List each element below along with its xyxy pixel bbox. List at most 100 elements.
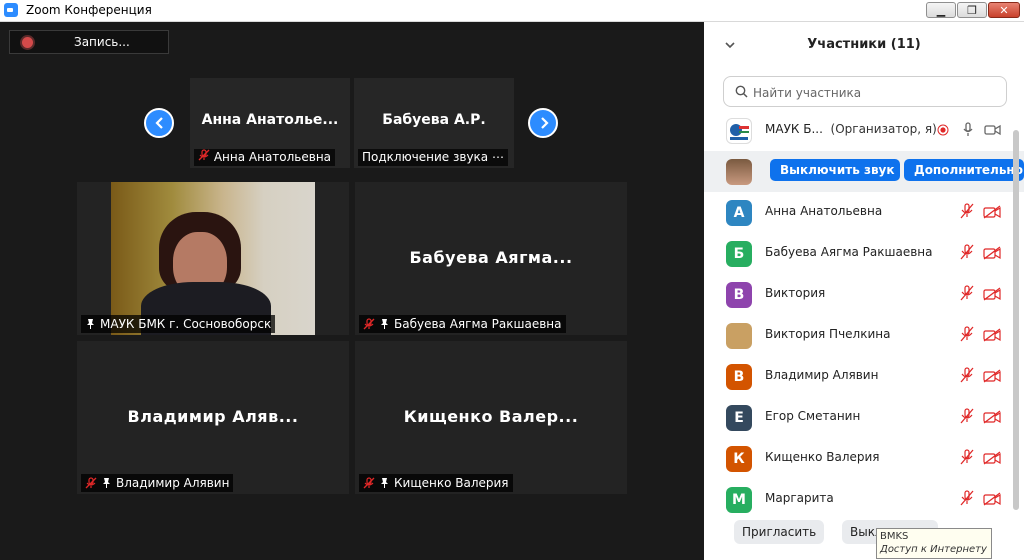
camera-off-icon[interactable] [983, 368, 1001, 387]
tile-caption-text: Кищенко Валерия [394, 476, 509, 490]
prev-page-button[interactable] [144, 108, 174, 138]
camera-off-icon[interactable] [983, 245, 1001, 264]
search-input[interactable] [751, 82, 995, 103]
participant-name: Маргарита [765, 491, 834, 505]
participant-avatar [726, 323, 752, 349]
camera-off-icon[interactable] [983, 327, 1001, 346]
participant-avatar: М [726, 487, 752, 513]
mic-muted-icon[interactable] [959, 367, 975, 387]
participant-row[interactable]: А Анна Анатольевна [704, 192, 1024, 233]
thumbnail-video[interactable]: Анна Анатолье... Анна Анатольевна [190, 78, 350, 168]
participant-name: Егор Сметанин [765, 409, 861, 423]
camera-off-icon[interactable] [983, 409, 1001, 428]
recording-icon [937, 124, 949, 136]
pin-icon [381, 319, 388, 329]
video-tile[interactable]: Бабуева Аягма... Бабуева Аягма Ракшаевна [355, 182, 627, 335]
participant-name: Анна Анатольевна [765, 204, 883, 218]
camera-off-icon[interactable] [983, 286, 1001, 305]
participant-row[interactable]: М Маргарита [704, 479, 1024, 520]
thumbnail-name: Анна Анатолье... [201, 112, 339, 128]
minimize-button[interactable]: ▁ [926, 2, 956, 18]
invite-button[interactable]: Пригласить [734, 520, 825, 544]
mic-muted-icon [85, 477, 97, 489]
participant-name: Бабуева Аягма Ракшаевна [765, 245, 933, 259]
mic-muted-icon[interactable] [959, 449, 975, 469]
mic-muted-icon [198, 149, 210, 161]
tile-caption: Бабуева Аягма Ракшаевна [359, 315, 566, 333]
title-bar: Zoom Конференция ▁ ❐ ✕ [0, 0, 1024, 22]
tile-caption: Кищенко Валерия [359, 474, 513, 492]
thumbnail-caption: Анна Анатольевна [194, 149, 336, 166]
mic-muted-icon[interactable] [959, 285, 975, 305]
participant-name: Владимир Алявин [765, 368, 879, 382]
pin-icon [381, 478, 388, 488]
pin-icon [103, 478, 110, 488]
restore-button[interactable]: ❐ [957, 2, 987, 18]
host-name: МАУК Б... (Организатор, я) [765, 122, 937, 136]
participant-avatar: В [726, 282, 752, 308]
participant-name: Виктория Пчелкина [765, 327, 891, 341]
participant-row[interactable]: В Виктория [704, 274, 1024, 315]
next-page-button[interactable] [528, 108, 558, 138]
mic-icon[interactable] [962, 122, 974, 138]
tooltip-subtitle: Доступ к Интернету [880, 544, 987, 555]
thumbnail-video[interactable]: Бабуева А.Р. Подключение звука ⋯ [354, 78, 514, 168]
participant-photo-avatar [726, 159, 752, 185]
tile-caption-text: Бабуева Аягма Ракшаевна [394, 317, 562, 331]
participant-avatar: В [726, 364, 752, 390]
network-tooltip: BMKS Доступ к Интернету [876, 528, 992, 559]
tile-name: Кищенко Валер... [403, 407, 579, 426]
host-name-text: МАУК Б... [765, 122, 823, 136]
participant-row-selected[interactable]: Выключить звук Дополнительно [704, 151, 1024, 192]
participant-row[interactable]: Б Бабуева Аягма Ракшаевна [704, 233, 1024, 274]
participant-name: Виктория [765, 286, 826, 300]
close-button[interactable]: ✕ [988, 2, 1020, 18]
tile-caption: Владимир Алявин [81, 474, 234, 492]
thumbnail-caption: Подключение звука ⋯ [358, 149, 508, 166]
participant-list-scrollbar[interactable] [1013, 130, 1019, 510]
video-tile[interactable]: Кищенко Валер... Кищенко Валерия [355, 341, 627, 494]
mic-muted-icon [363, 318, 375, 330]
mic-muted-icon [363, 477, 375, 489]
participant-avatar: К [726, 446, 752, 472]
participant-row-host[interactable]: МАУК Б... (Организатор, я) [704, 110, 1024, 151]
camera-icon[interactable] [984, 124, 1001, 136]
mic-muted-icon[interactable] [959, 244, 975, 264]
recording-indicator[interactable]: Запись... [9, 30, 169, 54]
mic-muted-icon[interactable] [959, 408, 975, 428]
participant-avatar: Е [726, 405, 752, 431]
chevron-left-icon [155, 117, 163, 129]
mic-muted-icon[interactable] [959, 326, 975, 346]
participant-video [111, 182, 315, 335]
camera-off-icon[interactable] [983, 491, 1001, 510]
participant-avatar: Б [726, 241, 752, 267]
video-tile[interactable]: Владимир Аляв... Владимир Алявин [77, 341, 349, 494]
participant-row[interactable]: Е Егор Сметанин [704, 397, 1024, 438]
chevron-right-icon [541, 117, 549, 129]
tooltip-title: BMKS [880, 531, 909, 542]
pin-icon [87, 319, 94, 329]
tile-caption-text: МАУК БМК г. Сосновоборск [100, 317, 272, 331]
record-dot-icon [22, 37, 33, 48]
mic-muted-icon[interactable] [959, 490, 975, 510]
camera-off-icon[interactable] [983, 450, 1001, 469]
mute-participant-button[interactable]: Выключить звук [770, 159, 900, 181]
participant-row[interactable]: К Кищенко Валерия [704, 438, 1024, 479]
window-title: Zoom Конференция [26, 3, 152, 17]
host-logo-avatar [726, 118, 752, 144]
participant-row[interactable]: Виктория Пчелкина [704, 315, 1024, 356]
tile-name: Владимир Аляв... [127, 407, 299, 426]
video-area: Запись... Анна Анатолье... Анна Анатолье… [0, 22, 704, 560]
participant-search[interactable] [723, 76, 1007, 107]
tile-caption-text: Владимир Алявин [116, 476, 230, 490]
mic-muted-icon[interactable] [959, 203, 975, 223]
thumbnail-name: Бабуева А.Р. [382, 112, 486, 128]
video-tile[interactable]: МАУК БМК г. Сосновоборск [77, 182, 349, 335]
thumbnail-caption-text: Подключение звука ⋯ [362, 150, 504, 164]
camera-off-icon[interactable] [983, 204, 1001, 223]
participant-row[interactable]: В Владимир Алявин [704, 356, 1024, 397]
panel-title: Участники (11) [807, 37, 921, 52]
logo-icon [730, 124, 749, 140]
more-options-button[interactable]: Дополнительно [904, 159, 1024, 181]
thumbnail-caption-text: Анна Анатольевна [213, 150, 332, 164]
